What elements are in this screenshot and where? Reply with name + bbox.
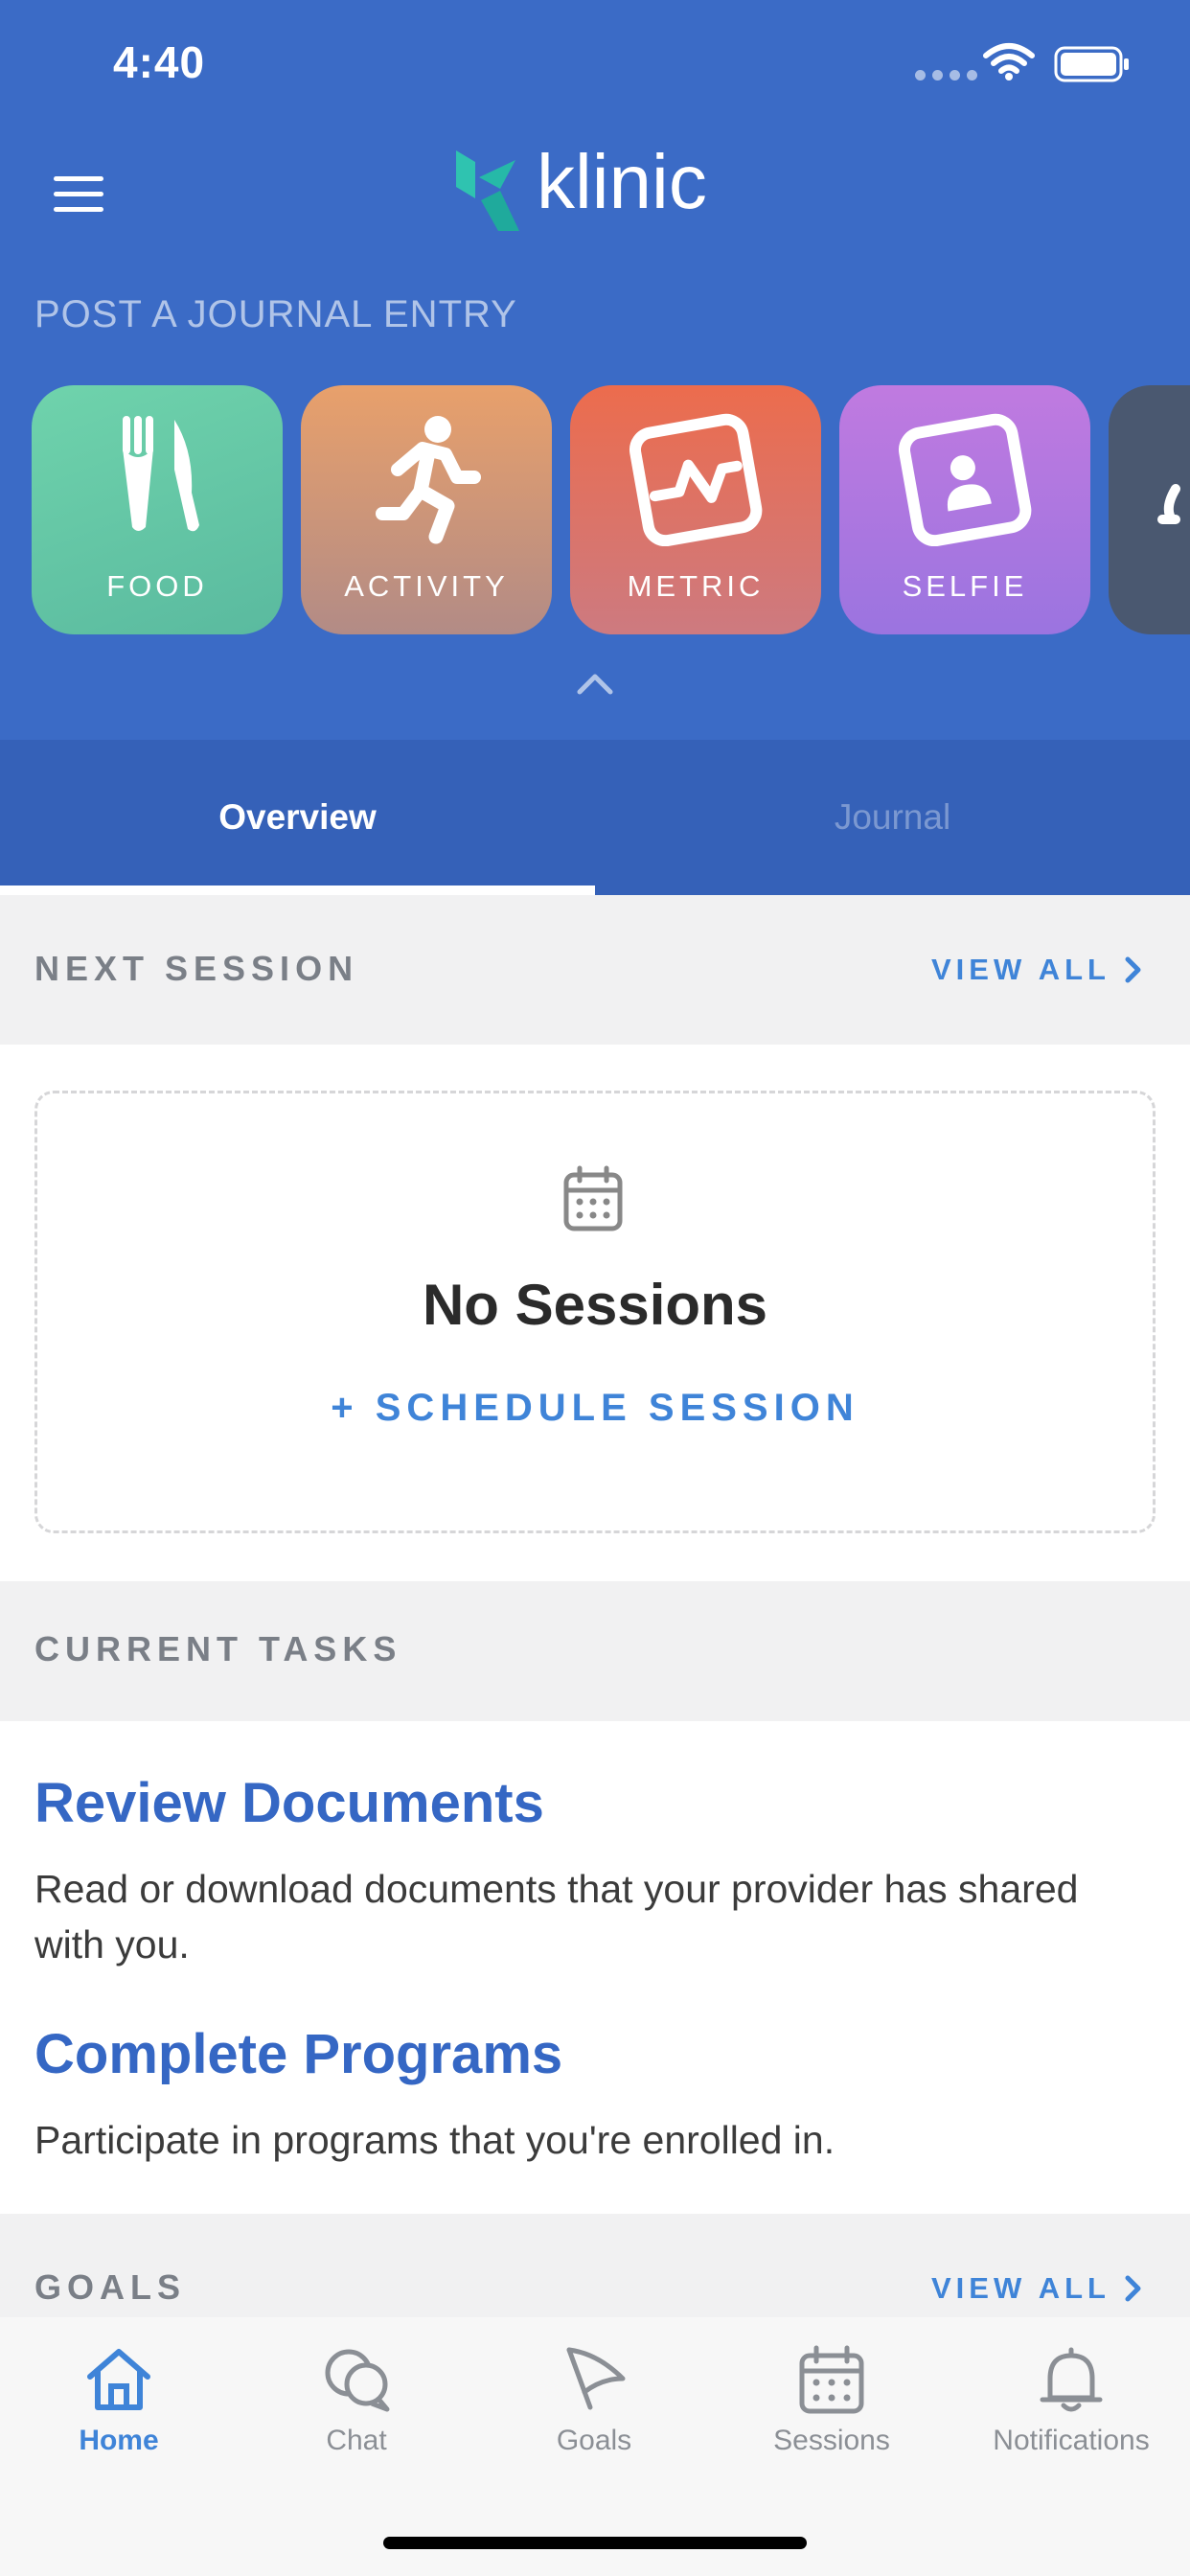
journal-tile-label: SELFIE: [902, 569, 1028, 603]
tab-journal[interactable]: Journal: [595, 740, 1190, 895]
task-complete-programs[interactable]: Complete Programs: [34, 2022, 562, 2086]
chevron-right-icon: [1125, 2275, 1141, 2302]
nav-chat[interactable]: Chat: [238, 2317, 475, 2509]
view-all-goals-link[interactable]: VIEW ALL: [931, 2271, 1143, 2306]
view-all-sessions-link[interactable]: VIEW ALL: [931, 953, 1143, 987]
calendar-icon: [563, 1165, 623, 1231]
signal-icon: [915, 70, 977, 80]
active-tab-indicator: [0, 886, 595, 895]
nav-home[interactable]: Home: [0, 2317, 238, 2509]
bell-icon: [1040, 2347, 1103, 2412]
goals-header: GOALS VIEW ALL: [0, 2214, 1190, 2329]
journal-section-label: POST A JOURNAL ENTRY: [34, 293, 517, 335]
nav-label: Notifications: [993, 2425, 1150, 2456]
klinic-logo-icon: [456, 150, 519, 231]
schedule-session-button[interactable]: + SCHEDULE SESSION: [37, 1387, 1153, 1430]
journal-tile-label: ACTIVITY: [344, 569, 509, 603]
journal-tile-more[interactable]: [1109, 385, 1190, 634]
chat-icon: [325, 2349, 390, 2412]
selfie-icon: [898, 413, 1032, 546]
nav-label: Sessions: [773, 2425, 890, 2456]
partial-tile-icon: [1157, 484, 1180, 524]
nav-label: Chat: [326, 2425, 387, 2456]
current-tasks-header: CURRENT TASKS: [0, 1581, 1190, 1721]
home-icon: [87, 2349, 150, 2410]
task-description: Participate in programs that you're enro…: [34, 2118, 835, 2162]
no-sessions-card: No Sessions + SCHEDULE SESSION: [34, 1091, 1156, 1533]
tab-overview[interactable]: Overview: [0, 740, 595, 895]
journal-tile-label: METRIC: [627, 569, 765, 603]
journal-tiles: FOOD ACTIVITY METRIC SELFIE: [0, 383, 1190, 637]
chart-line-icon: [629, 413, 763, 546]
no-sessions-title: No Sessions: [422, 1273, 768, 1337]
journal-tile-metric[interactable]: METRIC: [570, 385, 821, 634]
section-title: GOALS: [34, 2267, 187, 2307]
nav-sessions[interactable]: Sessions: [713, 2317, 950, 2509]
nav-goals[interactable]: Goals: [475, 2317, 713, 2509]
journal-tile-food[interactable]: FOOD: [32, 385, 283, 634]
task-description: Read or download documents that your pro…: [34, 1867, 1079, 1966]
tab-bar: Overview Journal: [0, 740, 1190, 895]
menu-button[interactable]: [50, 172, 107, 215]
app-header: 4:40 klinic POST A JOURNAL ENTRY FOOD AC…: [0, 0, 1190, 740]
journal-tile-selfie[interactable]: SELFIE: [839, 385, 1090, 634]
home-indicator[interactable]: [383, 2537, 807, 2549]
app-logo-text: klinic: [537, 139, 707, 224]
wifi-icon: [983, 43, 1035, 80]
calendar-icon: [799, 2345, 864, 2414]
nav-notifications[interactable]: Notifications: [952, 2317, 1190, 2509]
section-title: CURRENT TASKS: [34, 1629, 402, 1668]
flag-icon: [566, 2347, 626, 2410]
view-all-label: VIEW ALL: [931, 2271, 1110, 2305]
chevron-up-icon[interactable]: [576, 671, 614, 696]
running-person-icon: [376, 416, 481, 544]
next-session-header: NEXT SESSION VIEW ALL: [0, 895, 1190, 1045]
status-time: 4:40: [113, 37, 206, 87]
journal-tile-label: FOOD: [106, 569, 208, 603]
chevron-right-icon: [1125, 956, 1141, 983]
battery-icon: [1054, 46, 1129, 82]
task-review-documents[interactable]: Review Documents: [34, 1771, 544, 1835]
fork-knife-icon: [123, 416, 199, 532]
journal-tile-activity[interactable]: ACTIVITY: [301, 385, 552, 634]
nav-label: Home: [79, 2425, 159, 2456]
nav-label: Goals: [556, 2425, 632, 2456]
section-title: NEXT SESSION: [34, 949, 359, 988]
view-all-label: VIEW ALL: [931, 953, 1110, 986]
